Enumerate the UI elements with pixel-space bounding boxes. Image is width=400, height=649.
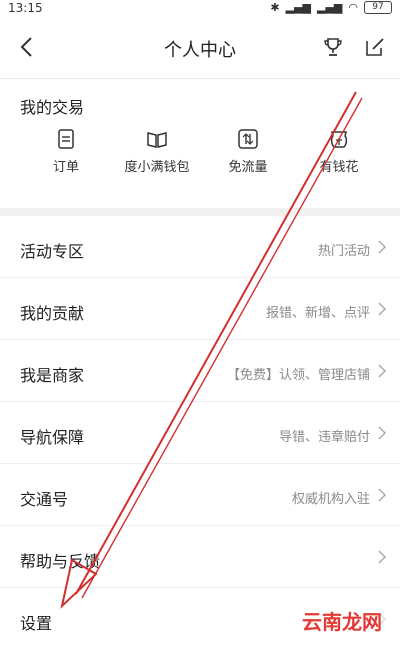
- list-item-desc: 报错、新增、点评: [265, 306, 370, 321]
- wifi-icon: ◠: [348, 1, 358, 14]
- chevron-right-icon: [378, 240, 387, 254]
- edit-button[interactable]: [364, 36, 386, 58]
- list-item-desc: 热门活动: [317, 244, 370, 259]
- signal-icon-2: ▂▄▆: [317, 1, 343, 14]
- grid-item-credit[interactable]: 有钱花: [289, 128, 389, 175]
- book-icon: [147, 132, 167, 148]
- list-item-desc: 【免费】认领、管理店铺: [226, 368, 370, 383]
- trophy-icon: [324, 38, 342, 56]
- list-item-title: 导航保障: [20, 428, 85, 447]
- grid-label-free-data: 免流量: [228, 160, 268, 175]
- list-item-title: 我是商家: [20, 366, 85, 385]
- list-item-title: 设置: [20, 614, 53, 633]
- list-item-activities[interactable]: 活动专区 热门活动: [0, 216, 400, 278]
- transactions-grid: 订单 度小满钱包 免流量 有钱花: [0, 128, 400, 188]
- list-item-help-feedback[interactable]: 帮助与反馈: [0, 526, 400, 588]
- document-icon: [58, 129, 74, 149]
- list-item-title: 帮助与反馈: [20, 552, 101, 571]
- status-time: 13:15: [8, 1, 43, 15]
- section-divider: [0, 208, 400, 216]
- chevron-right-icon: [378, 488, 387, 502]
- money-icon: [330, 131, 348, 148]
- list-item-desc: 权威机构入驻: [291, 492, 370, 507]
- grid-item-wallet[interactable]: 度小满钱包: [107, 128, 207, 175]
- status-bar: 13:15 ✱ ▂▄▆ ▂▄▆ ◠ 97: [0, 0, 400, 18]
- chevron-right-icon: [378, 550, 387, 564]
- chevron-right-icon: [378, 364, 387, 378]
- list-item-title: 我的贡献: [20, 304, 85, 323]
- grid-item-orders[interactable]: 订单: [16, 128, 116, 175]
- section-title-transactions: 我的交易: [20, 98, 85, 117]
- header: 个人中心: [0, 18, 400, 79]
- signal-icon: ▂▄▆: [285, 1, 311, 14]
- battery-icon: 97: [364, 1, 392, 14]
- trophy-button[interactable]: [322, 36, 344, 58]
- list-item-contributions[interactable]: 我的贡献 报错、新增、点评: [0, 278, 400, 340]
- list-item-merchant[interactable]: 我是商家 【免费】认领、管理店铺: [0, 340, 400, 402]
- edit-icon: [366, 38, 384, 56]
- data-icon: [238, 129, 258, 149]
- list-item-transport-account[interactable]: 交通号 权威机构入驻: [0, 464, 400, 526]
- grid-label-wallet: 度小满钱包: [124, 160, 190, 175]
- grid-item-free-data[interactable]: 免流量: [198, 128, 298, 175]
- chevron-right-icon: [378, 302, 387, 316]
- list-item-title: 交通号: [20, 490, 69, 509]
- list-item-navigation-guarantee[interactable]: 导航保障 导错、违章赔付: [0, 402, 400, 464]
- list-item-title: 活动专区: [20, 242, 85, 261]
- status-icons: ✱ ▂▄▆ ▂▄▆ ◠ 97: [270, 1, 392, 14]
- list-item-desc: 导错、违章赔付: [278, 430, 370, 445]
- grid-label-orders: 订单: [52, 160, 79, 175]
- bluetooth-icon: ✱: [270, 1, 280, 14]
- chevron-right-icon: [378, 426, 387, 440]
- grid-label-credit: 有钱花: [319, 160, 359, 175]
- watermark: 云南龙网: [296, 604, 388, 637]
- menu-list: 活动专区 热门活动 我的贡献 报错、新增、点评 我是商家 【免费】认领、管理店铺…: [0, 216, 400, 649]
